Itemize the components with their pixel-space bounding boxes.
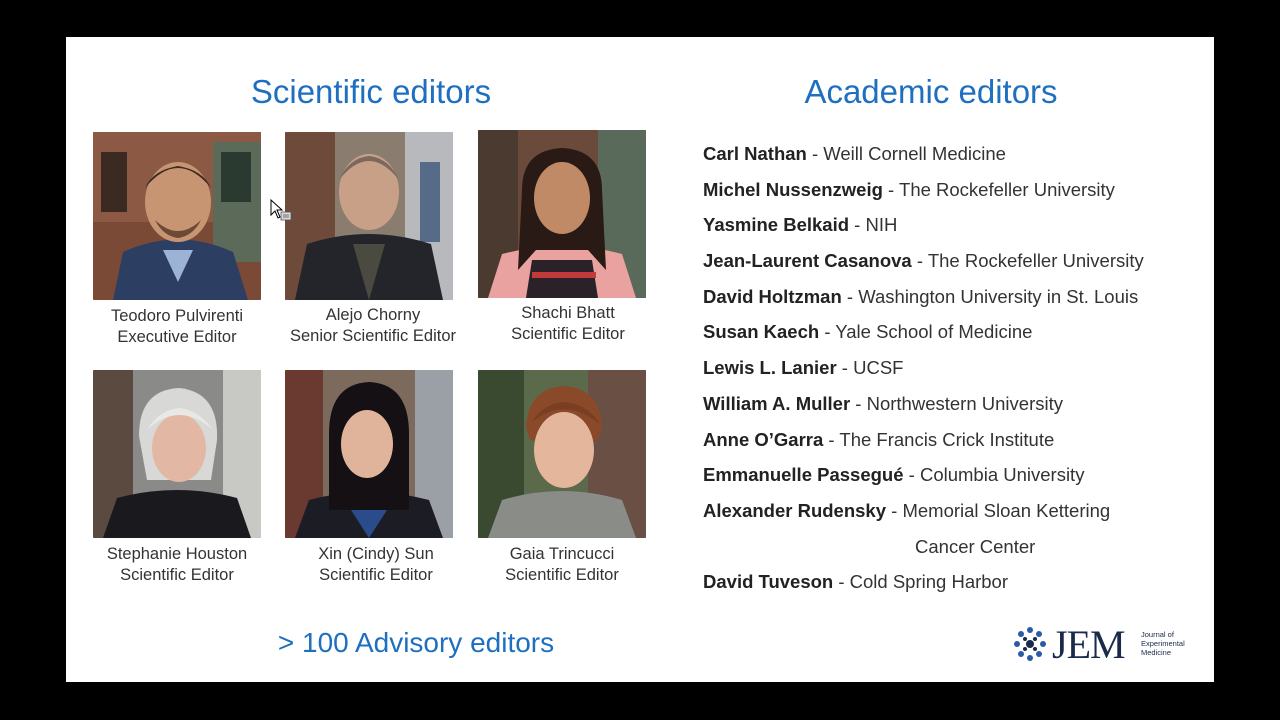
editor-name: Shachi Bhatt: [521, 304, 615, 322]
editor-role: Senior Scientific Editor: [290, 327, 456, 345]
editor-name: Teodoro Pulvirenti: [110, 307, 244, 325]
advisory-editors-text: > 100 Advisory editors: [277, 627, 555, 658]
editor-role: Scientific Editor: [505, 566, 619, 584]
editor-photo-stephanie: [93, 370, 261, 538]
jem-logo: JEM Journal of Experimental Medicine: [1012, 623, 1192, 667]
editor-caption-xin: Xin (Cindy) Sun Scientific Editor: [276, 544, 476, 586]
jem-mark-icon: [1014, 627, 1046, 661]
list-item: Alexander Rudensky - Memorial Sloan Kett…: [703, 499, 1111, 521]
list-item: Susan Kaech - Yale School of Medicine: [703, 321, 1033, 343]
list-item: Anne O’Garra - The Francis Crick Institu…: [703, 428, 1055, 450]
editor-caption-shachi: Shachi Bhatt Scientific Editor: [468, 303, 668, 345]
editor-caption-alejo: Alejo Chorny Senior Scientific Editor: [273, 305, 473, 347]
list-item: William A. Muller - Northwestern Univers…: [703, 392, 1063, 414]
jem-wordmark: JEM: [1052, 622, 1126, 667]
list-item: David Holtzman - Washington University i…: [703, 285, 1139, 307]
editor-name: Xin (Cindy) Sun: [318, 545, 434, 563]
editor-name: Gaia Trincucci: [509, 545, 615, 563]
list-item: Yasmine Belkaid - NIH: [703, 214, 898, 236]
list-item: David Tuveson - Cold Spring Harbor: [703, 571, 1009, 593]
editor-caption-stephanie: Stephanie Houston Scientific Editor: [77, 544, 277, 586]
academic-editors-heading: Academic editors: [804, 73, 1058, 110]
editor-photo-shachi: [478, 130, 646, 298]
list-item: Lewis L. Lanier - UCSF: [703, 357, 904, 379]
editor-role: Scientific Editor: [511, 325, 625, 343]
list-item-continuation: Cancer Center: [915, 535, 1036, 557]
editor-caption-gaia: Gaia Trincucci Scientific Editor: [462, 544, 662, 586]
list-item: Emmanuelle Passegué - Columbia Universit…: [703, 464, 1085, 486]
list-item: Michel Nussenzweig - The Rockefeller Uni…: [703, 178, 1115, 200]
editor-photo-teodoro: [93, 132, 261, 300]
scientific-editors-heading: Scientific editors: [250, 73, 492, 110]
editor-role: Scientific Editor: [319, 566, 433, 584]
list-item: Carl Nathan - Weill Cornell Medicine: [703, 143, 1006, 164]
editor-role: Scientific Editor: [120, 566, 234, 584]
list-item: Jean-Laurent Casanova - The Rockefeller …: [703, 250, 1144, 272]
editor-photo-gaia: [478, 370, 646, 538]
editor-caption-teodoro: Teodoro Pulvirenti Executive Editor: [77, 306, 277, 348]
editor-photo-alejo: [285, 132, 453, 300]
editor-name: Stephanie Houston: [106, 545, 248, 563]
jem-subtitle: Journal of Experimental Medicine: [1141, 630, 1185, 657]
presentation-slide: Scientific editors Academic editors Teod…: [66, 37, 1214, 682]
mouse-cursor-icon: [270, 199, 292, 221]
editor-name: Alejo Chorny: [325, 306, 421, 324]
academic-editors-list: Carl Nathan - Weill Cornell Medicine Mic…: [703, 141, 1203, 605]
editor-role: Executive Editor: [117, 328, 237, 346]
editor-photo-xin: [285, 370, 453, 538]
